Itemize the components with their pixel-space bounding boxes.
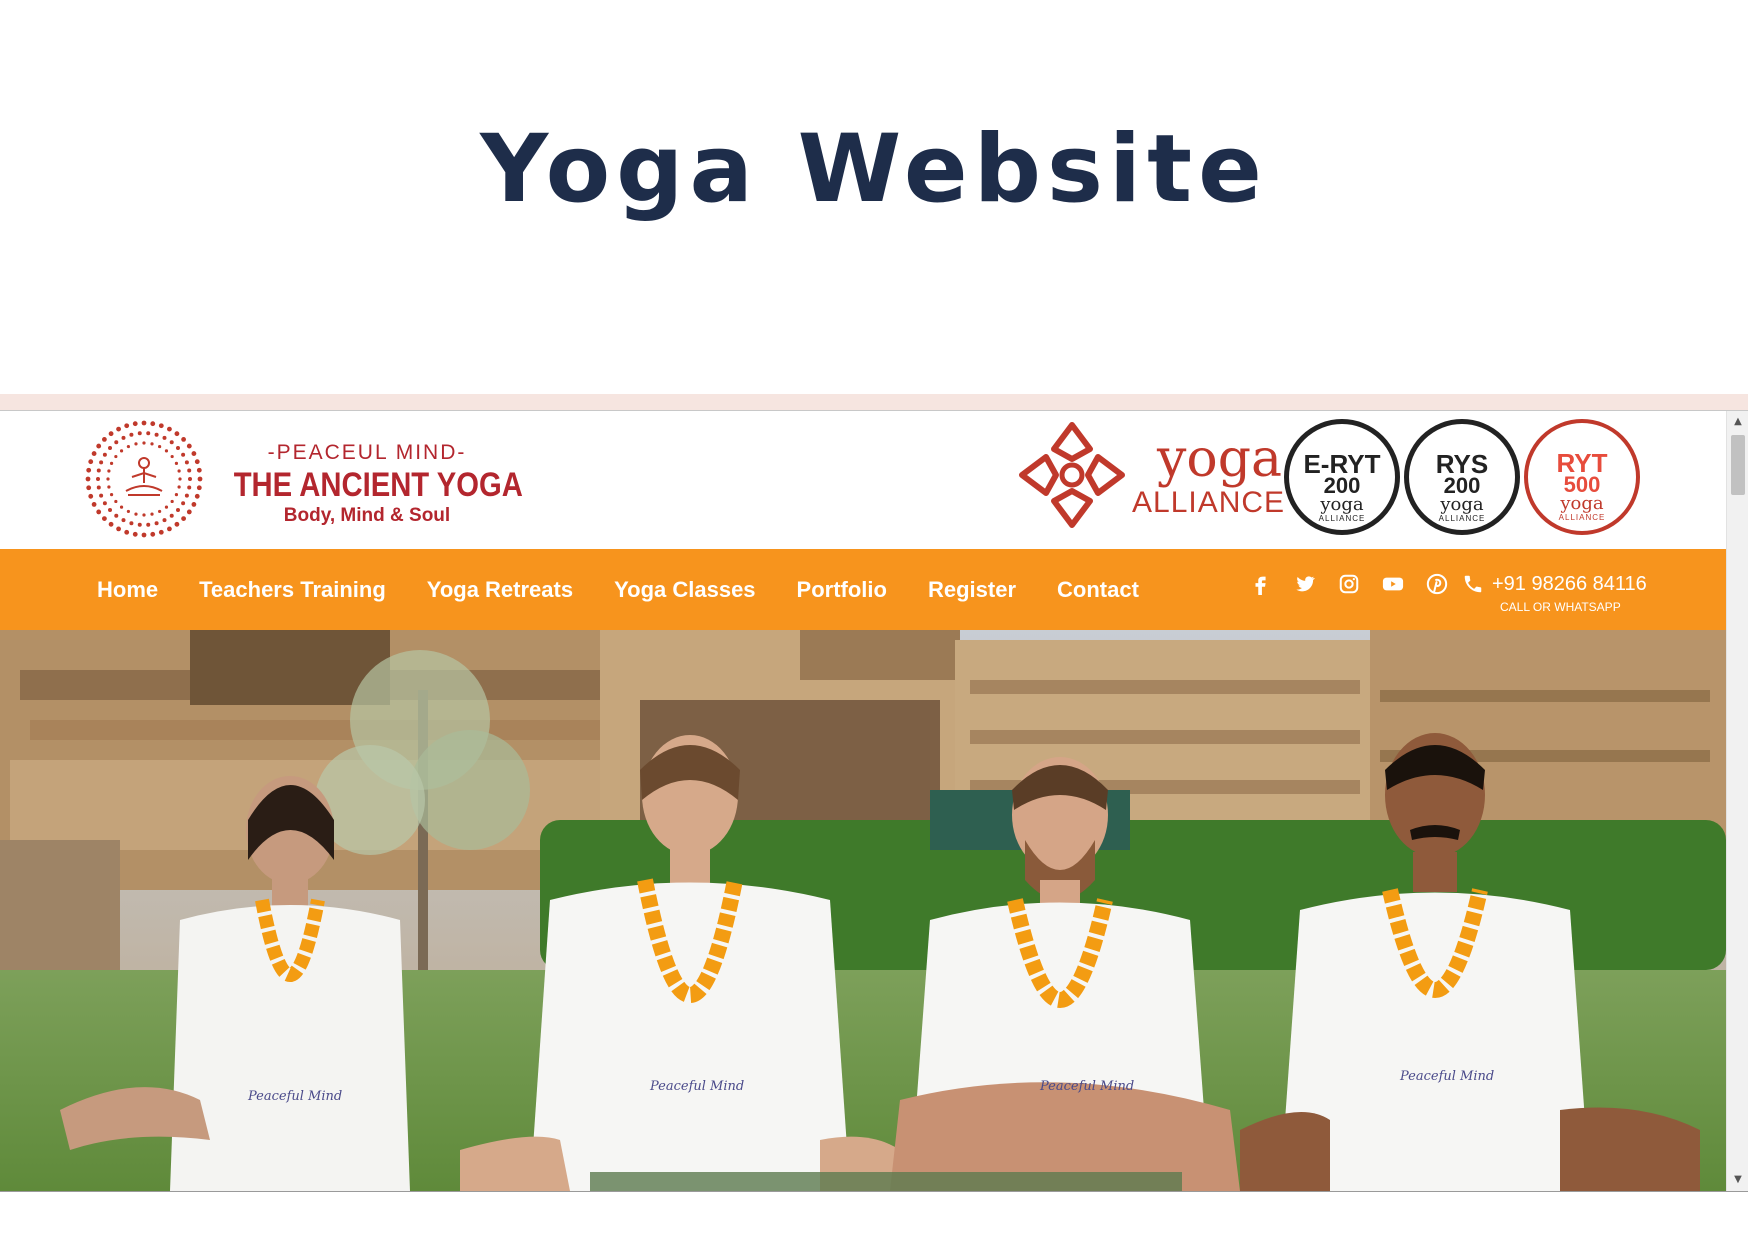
nav-item-home[interactable]: Home xyxy=(97,577,158,603)
main-nav: Home Teachers Training Yoga Retreats Yog… xyxy=(0,549,1726,630)
nav-item-portfolio[interactable]: Portfolio xyxy=(797,577,887,603)
pinterest-icon[interactable] xyxy=(1426,573,1448,595)
badge-rys-200: RYS 200 yoga ALLIANCE xyxy=(1404,419,1520,535)
nav-item-register[interactable]: Register xyxy=(928,577,1016,603)
shirt-print-2: Peaceful Mind xyxy=(649,1079,744,1094)
browser-viewport: -PEACEUL MIND- THE ANCIENT YOGA Body, Mi… xyxy=(0,410,1748,1192)
badge-line2: 200 xyxy=(1443,473,1481,498)
phone-number[interactable]: +91 98266 84116 xyxy=(1492,573,1647,596)
nav-item-yoga-classes[interactable]: Yoga Classes xyxy=(614,577,755,603)
badge-line3: yoga xyxy=(1440,494,1484,515)
yoga-alliance-lotus-icon xyxy=(1019,422,1125,528)
scroll-up-arrow-icon[interactable]: ▲ xyxy=(1727,413,1748,431)
badge-line3: yoga xyxy=(1320,494,1364,515)
logo-name: THE ANCIENT YOGA xyxy=(233,466,523,504)
badge-line1: RYT xyxy=(1556,448,1608,478)
facebook-icon[interactable] xyxy=(1250,573,1272,595)
badge-line1: RYS xyxy=(1435,449,1489,479)
badge-ryt-500: RYT 500 yoga ALLIANCE xyxy=(1524,419,1640,535)
vertical-scrollbar[interactable]: ▲ ▼ xyxy=(1726,411,1748,1191)
youtube-icon[interactable] xyxy=(1382,573,1404,595)
nav-item-teachers-training[interactable]: Teachers Training xyxy=(199,577,386,603)
site-logo[interactable]: -PEACEUL MIND- THE ANCIENT YOGA Body, Mi… xyxy=(212,441,523,527)
badge-line1: E-RYT xyxy=(1303,449,1381,479)
instagram-icon[interactable] xyxy=(1338,573,1360,595)
nav-item-yoga-retreats[interactable]: Yoga Retreats xyxy=(427,577,573,603)
badge-line4: ALLIANCE xyxy=(1318,514,1366,523)
nav-menu: Home Teachers Training Yoga Retreats Yog… xyxy=(97,549,1139,630)
nav-item-contact[interactable]: Contact xyxy=(1057,577,1139,603)
site-header: -PEACEUL MIND- THE ANCIENT YOGA Body, Mi… xyxy=(0,411,1726,549)
scrollbar-thumb[interactable] xyxy=(1731,435,1745,495)
shirt-print-1: Peaceful Mind xyxy=(247,1089,342,1104)
logo-subtitle: Body, Mind & Soul xyxy=(283,505,451,526)
twitter-icon[interactable] xyxy=(1294,573,1316,595)
badge-line3: yoga xyxy=(1560,493,1604,514)
phone-caption: CALL OR WHATSAPP xyxy=(1500,600,1621,614)
scroll-down-arrow-icon[interactable]: ▼ xyxy=(1727,1171,1748,1189)
screenshot-frame-border xyxy=(0,394,1748,410)
website: -PEACEUL MIND- THE ANCIENT YOGA Body, Mi… xyxy=(0,411,1726,1191)
badge-e-ryt-200: E-RYT 200 yoga ALLIANCE xyxy=(1284,419,1400,535)
logo-tagline: -PEACEUL MIND- xyxy=(267,441,467,464)
social-links xyxy=(1250,573,1448,595)
shirt-print-4: Peaceful Mind xyxy=(1399,1069,1494,1084)
badge-line2: 200 xyxy=(1323,473,1361,498)
slide-title: Yoga Website xyxy=(480,115,1268,224)
hero-photo-illustration: Peaceful Mind Peaceful Mind Peaceful Min… xyxy=(0,630,1726,1191)
yoga-alliance-yoga: yoga xyxy=(1157,429,1282,489)
badge-line4: ALLIANCE xyxy=(1558,513,1606,522)
mandala-logo-icon[interactable] xyxy=(82,417,206,541)
shirt-print-3: Peaceful Mind xyxy=(1039,1079,1134,1094)
yoga-alliance-alliance: ALLIANCE xyxy=(1132,486,1286,519)
badge-line4: ALLIANCE xyxy=(1438,514,1486,523)
badge-line2: 500 xyxy=(1563,472,1601,497)
hero-banner-image: Peaceful Mind Peaceful Mind Peaceful Min… xyxy=(0,630,1726,1191)
yoga-alliance-wordmark: yoga ALLIANCE xyxy=(1132,429,1286,519)
phone-icon xyxy=(1464,575,1482,593)
